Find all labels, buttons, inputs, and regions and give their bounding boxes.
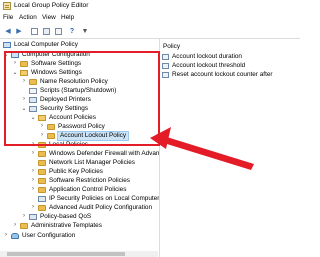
expand-arrow-icon[interactable]: › <box>21 78 27 84</box>
forward-icon[interactable]: ▶ <box>14 26 24 36</box>
menu-file[interactable]: File <box>3 14 13 21</box>
menu-view[interactable]: View <box>42 14 56 21</box>
folder-icon <box>38 142 46 148</box>
expand-arrow-icon[interactable]: › <box>30 186 36 192</box>
folder-icon <box>20 61 28 67</box>
help-icon[interactable]: ? <box>67 26 77 36</box>
folder-icon <box>38 187 46 193</box>
collapse-arrow-icon[interactable]: ⌄ <box>30 114 36 121</box>
policy-list-pane: Policy Account lockout duration Account … <box>159 39 301 257</box>
title-bar: Local Group Policy Editor <box>0 0 300 12</box>
expand-arrow-icon[interactable]: › <box>39 123 45 129</box>
menu-help[interactable]: Help <box>61 14 74 21</box>
printer-icon <box>29 97 37 103</box>
properties-icon[interactable] <box>41 26 51 36</box>
expand-arrow-icon[interactable]: › <box>12 222 18 228</box>
folder-icon <box>29 79 37 85</box>
scripts-icon <box>29 88 37 94</box>
expand-arrow-icon[interactable]: › <box>30 141 36 147</box>
expand-arrow-icon[interactable]: › <box>21 96 27 102</box>
policy-setting-icon <box>162 72 169 78</box>
expand-arrow-icon[interactable]: › <box>39 132 45 138</box>
folder-icon <box>38 178 46 184</box>
horizontal-scrollbar[interactable] <box>0 251 158 257</box>
back-icon[interactable]: ◀ <box>3 26 13 36</box>
policy-setting-icon <box>162 63 169 69</box>
tree-pane: Local Computer Policy ⌄ Computer Configu… <box>0 39 166 257</box>
folder-icon <box>38 160 46 166</box>
export-list-icon[interactable] <box>53 26 63 36</box>
folder-icon <box>38 205 46 211</box>
window-title: Local Group Policy Editor <box>14 2 89 9</box>
folder-icon <box>47 124 55 130</box>
expand-arrow-icon[interactable]: › <box>30 204 36 210</box>
filter-icon[interactable]: ▼ <box>80 26 90 36</box>
ip-security-icon <box>38 196 46 202</box>
collapse-arrow-icon[interactable]: ⌄ <box>21 105 27 112</box>
folder-icon <box>20 223 28 229</box>
menu-action[interactable]: Action <box>19 14 37 21</box>
folder-icon <box>38 151 46 157</box>
computer-icon <box>3 42 11 48</box>
folder-open-icon <box>20 70 28 76</box>
toolbar: ◀ ▶ ? ▼ <box>0 24 300 39</box>
policy-setting-icon <box>162 54 169 60</box>
folder-icon <box>47 133 55 139</box>
collapse-arrow-icon[interactable]: ⌄ <box>12 69 18 76</box>
expand-arrow-icon[interactable]: › <box>21 213 27 219</box>
group-policy-editor-icon <box>3 2 11 10</box>
menu-bar: File Action View Help <box>0 13 300 23</box>
expand-arrow-icon[interactable]: › <box>3 232 9 238</box>
expand-arrow-icon[interactable]: › <box>30 177 36 183</box>
collapse-arrow-icon[interactable]: ⌄ <box>3 51 9 58</box>
user-icon <box>11 233 19 239</box>
folder-open-icon <box>38 115 46 121</box>
show-hide-tree-icon[interactable] <box>29 26 39 36</box>
expand-arrow-icon[interactable]: › <box>30 168 36 174</box>
scrollbar-thumb[interactable] <box>7 252 125 256</box>
qos-chart-icon <box>29 214 37 220</box>
folder-icon <box>38 169 46 175</box>
expand-arrow-icon[interactable]: › <box>30 150 36 156</box>
security-settings-icon <box>29 106 37 112</box>
policy-column-header[interactable]: Policy <box>163 43 180 50</box>
computer-icon <box>11 52 19 58</box>
expand-arrow-icon[interactable]: › <box>12 60 18 66</box>
